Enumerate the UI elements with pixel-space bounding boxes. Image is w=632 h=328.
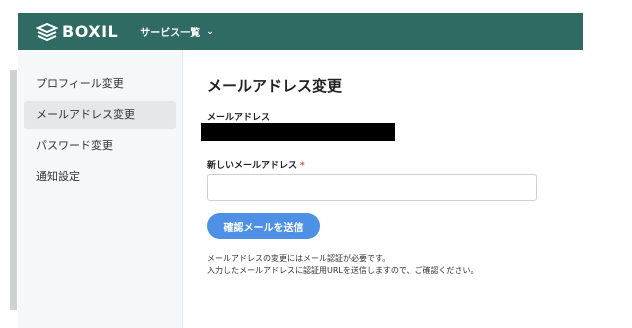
sidebar-item-notifications[interactable]: 通知設定 xyxy=(24,163,176,191)
redacted-current-email xyxy=(201,123,395,141)
page-title: メールアドレス変更 xyxy=(207,77,343,95)
boxil-logo[interactable]: BOXIL xyxy=(36,22,118,41)
current-email-label: メールアドレス xyxy=(207,113,271,123)
new-email-field[interactable] xyxy=(207,174,537,201)
settings-sidebar: プロフィール変更 メールアドレス変更 パスワード変更 通知設定 xyxy=(18,50,183,328)
services-menu[interactable]: サービス一覧 ⌄ xyxy=(140,24,214,40)
sidebar-item-profile[interactable]: プロフィール変更 xyxy=(24,70,176,98)
logo-mark-icon xyxy=(36,22,58,41)
email-change-note: メールアドレスの変更にはメール認証が必要です。 入力したメールアドレスに認証用U… xyxy=(207,253,479,277)
new-email-label-text: 新しいメールアドレス xyxy=(207,161,298,171)
new-email-label: 新しいメールアドレス * xyxy=(207,158,305,171)
sidebar-item-email[interactable]: メールアドレス変更 xyxy=(24,101,176,129)
chevron-down-icon: ⌄ xyxy=(206,26,214,37)
note-line: メールアドレスの変更にはメール認証が必要です。 xyxy=(207,254,391,263)
send-confirmation-button[interactable]: 確認メールを送信 xyxy=(207,213,320,239)
sidebar-item-password[interactable]: パスワード変更 xyxy=(24,132,176,160)
logo-text: BOXIL xyxy=(62,22,119,41)
top-header: BOXIL サービス一覧 ⌄ xyxy=(18,13,583,50)
required-mark: * xyxy=(300,161,305,171)
services-menu-label: サービス一覧 xyxy=(140,28,201,39)
scrollbar-track[interactable] xyxy=(10,70,17,310)
note-line: 入力したメールアドレスに認証用URLを送信しますので、ご確認ください。 xyxy=(207,266,479,275)
